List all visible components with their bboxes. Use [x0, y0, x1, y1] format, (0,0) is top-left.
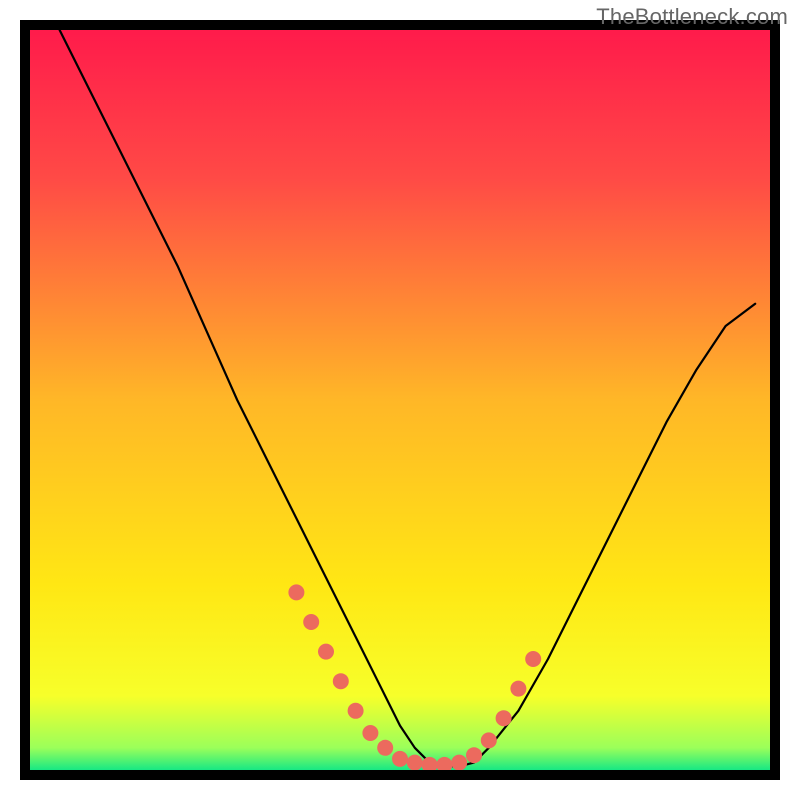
- curve-marker: [481, 732, 497, 748]
- plot-area: [0, 0, 800, 800]
- curve-marker: [451, 755, 467, 771]
- gradient-background: [30, 30, 770, 770]
- curve-marker: [510, 681, 526, 697]
- curve-marker: [318, 644, 334, 660]
- curve-marker: [303, 614, 319, 630]
- bottleneck-curve-chart: [0, 0, 800, 800]
- curve-marker: [362, 725, 378, 741]
- curve-marker: [496, 710, 512, 726]
- curve-marker: [392, 751, 408, 767]
- watermark-text: TheBottleneck.com: [596, 4, 788, 30]
- curve-marker: [333, 673, 349, 689]
- curve-marker: [466, 747, 482, 763]
- curve-marker: [348, 703, 364, 719]
- chart-container: TheBottleneck.com: [0, 0, 800, 800]
- curve-marker: [288, 584, 304, 600]
- curve-marker: [525, 651, 541, 667]
- curve-marker: [377, 740, 393, 756]
- curve-marker: [407, 755, 423, 771]
